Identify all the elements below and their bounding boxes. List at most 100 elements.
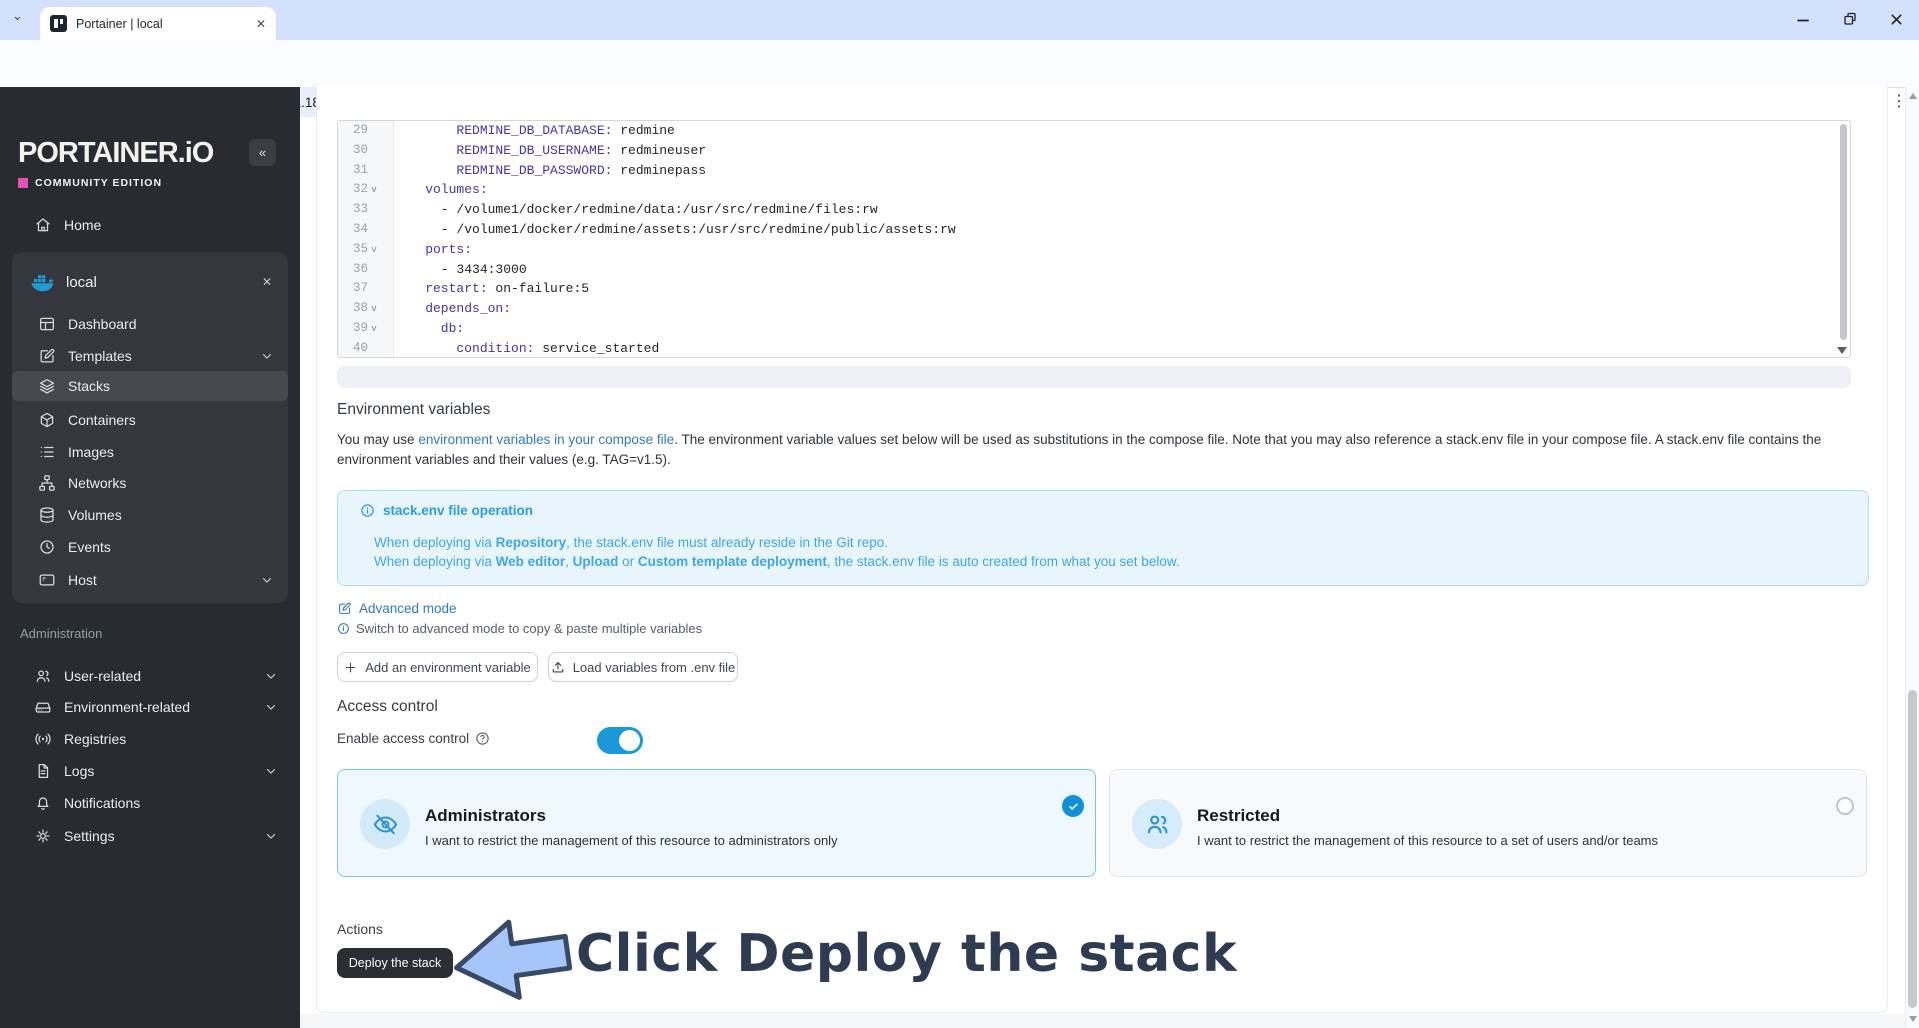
sidebar-item-settings[interactable]: Settings: [8, 821, 292, 851]
tab-close-icon[interactable]: ✕: [256, 17, 266, 31]
load-variables-env-file-button[interactable]: Load variables from .env file: [548, 652, 738, 682]
page-background-strip: [300, 1014, 1919, 1028]
advanced-mode-link[interactable]: Advanced mode: [337, 601, 457, 616]
restricted-option-desc: I want to restrict the management of thi…: [1197, 833, 1658, 848]
sidebar-item-stacks[interactable]: Stacks: [12, 371, 288, 401]
editor-footer-strip: [337, 366, 1851, 388]
window-restore-button[interactable]: [1842, 11, 1858, 27]
containers-icon: [38, 411, 56, 429]
dashboard-icon: [38, 315, 56, 333]
page-scrollbar[interactable]: [1905, 87, 1919, 1028]
add-environment-variable-button[interactable]: Add an environment variable: [337, 652, 538, 682]
hard-drive-icon: [34, 698, 52, 716]
sidebar-item-user-related[interactable]: User-related: [8, 661, 292, 691]
sidebar-item-logs[interactable]: Logs: [8, 756, 292, 786]
code-line: 37 restart: on-failure:5: [352, 281, 590, 297]
window-close-button[interactable]: [1889, 12, 1904, 27]
sidebar-item-notifications[interactable]: Notifications: [8, 788, 292, 818]
events-icon: [38, 538, 56, 556]
code-line: 35 v ports:: [352, 241, 473, 257]
annotation-arrow-icon: [446, 908, 577, 1012]
editor-scroll-down-icon[interactable]: [1837, 347, 1847, 354]
tab-search-icon[interactable]: ⌄: [12, 8, 23, 24]
window-minimize-button[interactable]: [1795, 12, 1811, 28]
sidebar-collapse-button[interactable]: «: [249, 139, 276, 166]
environment-block: local ✕ Dashboard Templates Stacks Conta…: [12, 252, 288, 603]
sidebar-item-environment-related[interactable]: Environment-related: [8, 692, 292, 722]
sidebar-item-home[interactable]: Home: [8, 210, 292, 240]
administrators-option-desc: I want to restrict the management of thi…: [425, 833, 838, 848]
code-line: 40 condition: service_started: [352, 340, 660, 356]
tab-title: Portainer | local: [76, 16, 163, 31]
environment-header[interactable]: local ✕: [12, 266, 288, 298]
browser-toolbar: Not secure 192.168.1.18:9000/#!/2/docker…: [0, 40, 1919, 117]
volumes-icon: [38, 506, 56, 524]
sidebar-item-templates[interactable]: Templates: [12, 341, 288, 371]
access-control-title: Access control: [337, 698, 438, 715]
chevron-down-icon: [260, 349, 274, 363]
info-box-line-2: When deploying via Web editor, Upload or…: [374, 554, 1180, 569]
sidebar: PORTAINER.iO COMMUNITY EDITION « Home lo…: [0, 87, 300, 1028]
code-line: 34 - /volume1/docker/redmine/assets:/usr…: [352, 221, 956, 237]
plus-icon: [345, 662, 356, 672]
broadcast-icon: [34, 730, 52, 748]
code-line: 39 v db:: [352, 320, 465, 336]
info-circle-icon: [361, 504, 374, 517]
scroll-up-icon[interactable]: [1909, 93, 1917, 99]
toggle-knob: [619, 730, 640, 751]
enable-access-control-label: Enable access control: [337, 731, 490, 746]
sidebar-item-images[interactable]: Images: [12, 437, 288, 467]
portainer-logo: PORTAINER.iO: [18, 137, 214, 169]
code-line: 36 - 3434:3000: [352, 261, 527, 277]
access-option-restricted[interactable]: Restricted I want to restrict the manage…: [1109, 769, 1867, 877]
enable-access-control-toggle[interactable]: [597, 727, 643, 754]
networks-icon: [38, 474, 56, 492]
environment-name: local: [66, 273, 97, 291]
stack-env-info-box: stack.env file operation When deploying …: [337, 490, 1869, 586]
editor-scrollbar-thumb[interactable]: [1840, 124, 1847, 340]
sidebar-item-host[interactable]: Host: [12, 565, 288, 595]
docker-icon: [30, 271, 56, 293]
environment-close-icon[interactable]: ✕: [262, 275, 272, 289]
env-variables-description: You may use environment variables in you…: [337, 432, 1822, 467]
sidebar-item-registries[interactable]: Registries: [8, 724, 292, 754]
actions-title: Actions: [337, 921, 383, 937]
annotation-text: Click Deploy the stack: [576, 924, 1238, 984]
code-line: 32 v volumes:: [352, 182, 488, 198]
templates-icon: [38, 347, 56, 365]
home-icon: [34, 216, 52, 234]
code-line: 29 REDMINE_DB_DATABASE: redmine: [352, 123, 675, 138]
compose-code-editor[interactable]: 29 REDMINE_DB_DATABASE: redmine 30 REDMI…: [337, 120, 1851, 358]
gear-icon: [34, 827, 52, 845]
scroll-down-icon[interactable]: [1909, 1016, 1917, 1022]
help-circle-icon[interactable]: [475, 731, 490, 746]
chevron-down-icon: [264, 829, 278, 843]
sidebar-item-dashboard[interactable]: Dashboard: [12, 309, 288, 339]
administration-section-label: Administration: [20, 626, 103, 641]
deploy-the-stack-button[interactable]: Deploy the stack: [337, 948, 453, 978]
page-scrollbar-thumb[interactable]: [1908, 690, 1917, 1008]
compose-env-vars-link[interactable]: environment variables in your compose fi…: [418, 432, 674, 447]
screen: ⌄ Portainer | local ✕ Not secu: [0, 0, 1919, 1028]
portainer-favicon: [50, 15, 67, 32]
sidebar-item-containers[interactable]: Containers: [12, 405, 288, 435]
logo-subtitle: COMMUNITY EDITION: [18, 177, 162, 189]
pencil-square-icon: [339, 602, 351, 614]
chevron-down-icon: [264, 669, 278, 683]
chevron-down-icon: [264, 764, 278, 778]
advanced-mode-hint: Switch to advanced mode to copy & paste …: [337, 621, 702, 636]
eye-off-icon: [360, 799, 410, 849]
code-line: 30 REDMINE_DB_USERNAME: redmineuser: [352, 142, 707, 158]
chevron-down-icon: [260, 573, 274, 587]
access-option-administrators[interactable]: Administrators I want to restrict the ma…: [337, 769, 1096, 877]
unselected-radio[interactable]: [1836, 797, 1854, 815]
sidebar-item-volumes[interactable]: Volumes: [12, 500, 288, 530]
file-text-icon: [34, 762, 52, 780]
sidebar-item-events[interactable]: Events: [12, 532, 288, 562]
browser-tab[interactable]: Portainer | local ✕: [40, 7, 276, 40]
info-box-line-1: When deploying via Repository, the stack…: [374, 535, 888, 550]
sidebar-item-networks[interactable]: Networks: [12, 468, 288, 498]
selected-check-icon[interactable]: [1062, 795, 1084, 817]
browser-tab-strip: ⌄ Portainer | local ✕: [0, 0, 1919, 40]
stacks-icon: [38, 377, 56, 395]
